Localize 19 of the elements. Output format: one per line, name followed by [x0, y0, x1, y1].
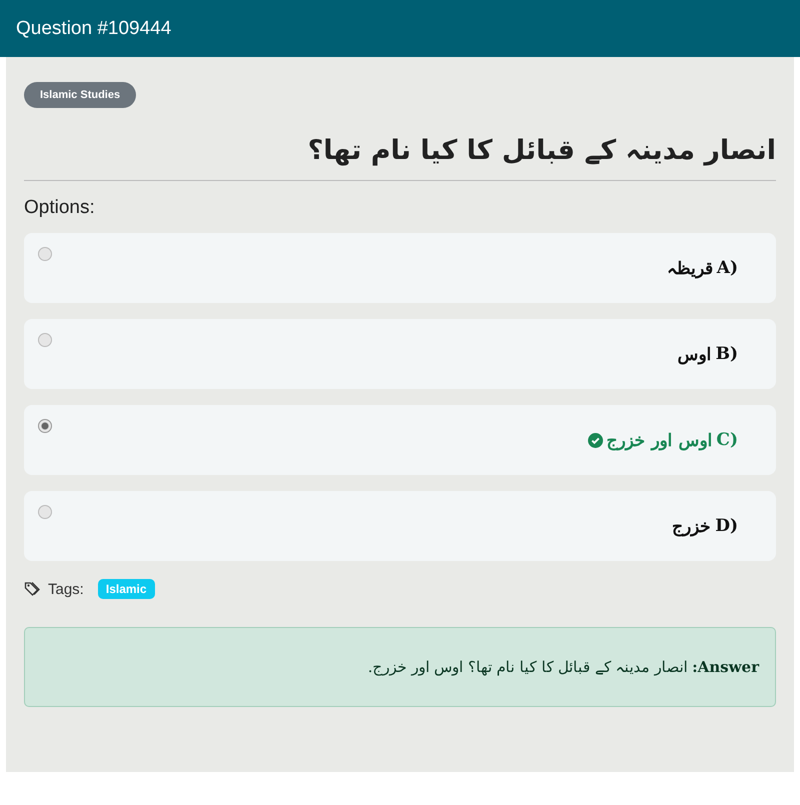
option-letter: B) — [716, 344, 738, 364]
option-text: اوس اور خزرج — [606, 430, 712, 450]
radio-button[interactable] — [38, 333, 52, 347]
option-text: قریظہ — [666, 258, 713, 278]
tag-icon — [24, 581, 42, 597]
check-circle-icon — [588, 432, 603, 448]
tags-label: Tags: — [48, 580, 84, 598]
option-letter: A) — [716, 258, 738, 278]
category-badge: Islamic Studies — [24, 82, 136, 108]
radio-button[interactable] — [38, 247, 52, 261]
option-text: اوس — [678, 344, 712, 364]
radio-button[interactable] — [38, 505, 52, 519]
option-text: خزرج — [672, 516, 712, 536]
radio-button[interactable] — [38, 419, 52, 433]
option-letter: D) — [715, 516, 738, 536]
question-title: Question #109444 — [16, 18, 172, 40]
options-label: Options: — [24, 197, 96, 219]
question-text: انصار مدینہ کے قبائل کا کیا نام تھا؟ — [306, 134, 776, 166]
option-letter: C) — [716, 430, 738, 450]
